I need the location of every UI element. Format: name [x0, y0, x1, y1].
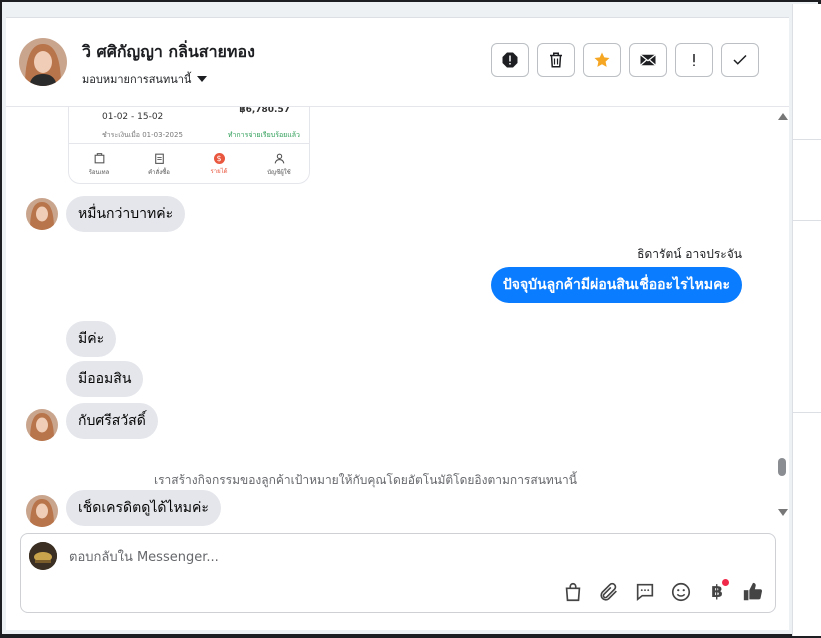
message-bubble-incoming[interactable]: หมื่นกว่าบาทค่ะ [66, 196, 186, 232]
clipboard-icon [154, 153, 164, 164]
earnings-icon: $ [213, 152, 225, 164]
report-spam-button[interactable] [491, 43, 529, 77]
payment-button[interactable]: ฿ [705, 579, 729, 604]
scroll-down-arrow-icon[interactable] [778, 509, 788, 516]
panel-divider [793, 220, 821, 221]
baht-icon: ฿ [711, 582, 723, 602]
card-tab-shop: ร้อนเทล [69, 144, 129, 183]
star-button[interactable] [583, 43, 621, 77]
thumbs-up-icon [743, 582, 763, 601]
like-button[interactable] [741, 580, 765, 604]
card-tab-bar: ร้อนเทล คำสั่งซื้อ $ รายได้ บัญชีผู้ใช้ [69, 143, 309, 183]
mark-done-button[interactable] [721, 43, 759, 77]
card-tab-earnings: $ รายได้ [189, 144, 249, 183]
smiley-icon [671, 582, 691, 602]
system-note: เราสร้างกิจกรรมของลูกค้าเป้าหมายให้กับคุ… [154, 473, 577, 487]
assign-conversation-dropdown[interactable]: มอบหมายการสนทนานี้ [82, 70, 208, 88]
card-tab-label: รายได้ [210, 167, 228, 175]
store-icon [94, 152, 104, 163]
panel-divider [793, 412, 821, 413]
assign-label: มอบหมายการสนทนานี้ [82, 73, 192, 86]
follow-up-icon [693, 54, 695, 66]
card-tab-label: คำสั่งซื้อ [148, 168, 170, 176]
user-icon [274, 153, 284, 164]
card-paid-on: ชำระเงินเมื่อ 01-03-2025 [102, 131, 183, 139]
star-icon [594, 52, 610, 67]
message-scrollbar[interactable] [776, 107, 789, 532]
page-avatar [29, 542, 57, 570]
follow-up-button[interactable] [675, 43, 713, 77]
report-spam-icon [502, 52, 518, 68]
card-tab-orders: คำสั่งซื้อ [129, 144, 189, 183]
message-bubble-incoming[interactable]: เช็ดเครดิตดูได้ไหมค่ะ [66, 490, 221, 526]
message-list[interactable]: 01-02 - 15-02 ฿6,780.57 ชำระเงินเมื่อ 01… [6, 107, 776, 532]
composer-tools: ฿ [561, 579, 765, 604]
message-bubble-incoming[interactable]: กับศรีสวัสดิ์ [66, 403, 158, 439]
saved-replies-button[interactable] [633, 580, 657, 604]
shopping-bag-icon [565, 582, 581, 602]
emoji-button[interactable] [669, 580, 693, 604]
card-tab-label: บัญชีผู้ใช้ [267, 168, 291, 176]
panel-divider [793, 139, 821, 140]
contact-avatar-small [26, 495, 58, 527]
conversation-pane: วิ ศศิกัญญา กลิ่นสายทอง มอบหมายการสนทนาน… [6, 17, 789, 630]
message-bubble-incoming[interactable]: มีออมสิน [66, 361, 144, 397]
chevron-down-icon [197, 76, 208, 82]
agent-sender-name: ธิดารัตน์ อาจประจัน [637, 247, 742, 261]
contact-name[interactable]: วิ ศศิกัญญา กลิ่นสายทอง [82, 40, 255, 65]
trash-icon [550, 52, 562, 68]
contact-avatar-small [26, 409, 58, 441]
contact-avatar[interactable] [19, 38, 67, 86]
conversation-header: วิ ศศิกัญญา กลิ่นสายทอง มอบหมายการสนทนาน… [6, 18, 789, 107]
card-tab-account: บัญชีผู้ใช้ [249, 144, 309, 183]
scroll-up-arrow-icon[interactable] [778, 113, 788, 120]
contact-avatar-small [26, 198, 58, 230]
done-check-icon [733, 54, 747, 65]
header-actions [491, 43, 759, 77]
card-tab-label: ร้อนเทล [88, 168, 110, 176]
reply-input[interactable] [67, 544, 571, 570]
message-bubble-incoming[interactable]: มีค่ะ [66, 321, 117, 357]
details-side-panel [792, 4, 821, 636]
mark-unread-button[interactable] [629, 43, 667, 77]
paperclip-icon [600, 582, 617, 601]
app-frame: วิ ศศิกัญญา กลิ่นสายทอง มอบหมายการสนทนาน… [2, 2, 821, 636]
reply-composer: ฿ [20, 533, 776, 613]
card-amount: ฿6,780.57 [239, 107, 290, 115]
message-bubble-outgoing[interactable]: ปัจจุบันลูกค้ามีผ่อนสินเชื่ออะไรไหมคะ [490, 267, 742, 303]
chat-bubble-icon [636, 583, 654, 602]
shared-image-card[interactable]: 01-02 - 15-02 ฿6,780.57 ชำระเงินเมื่อ 01… [68, 107, 310, 184]
shopping-bag-button[interactable] [561, 580, 585, 604]
card-payment-status: ทำการจ่ายเรียบร้อยแล้ว [227, 131, 300, 139]
card-date-range: 01-02 - 15-02 [102, 112, 164, 122]
delete-button[interactable] [537, 43, 575, 77]
attach-button[interactable] [597, 580, 621, 604]
mark-unread-icon [640, 54, 656, 66]
scroll-thumb[interactable] [778, 458, 786, 476]
notification-dot [722, 579, 729, 586]
